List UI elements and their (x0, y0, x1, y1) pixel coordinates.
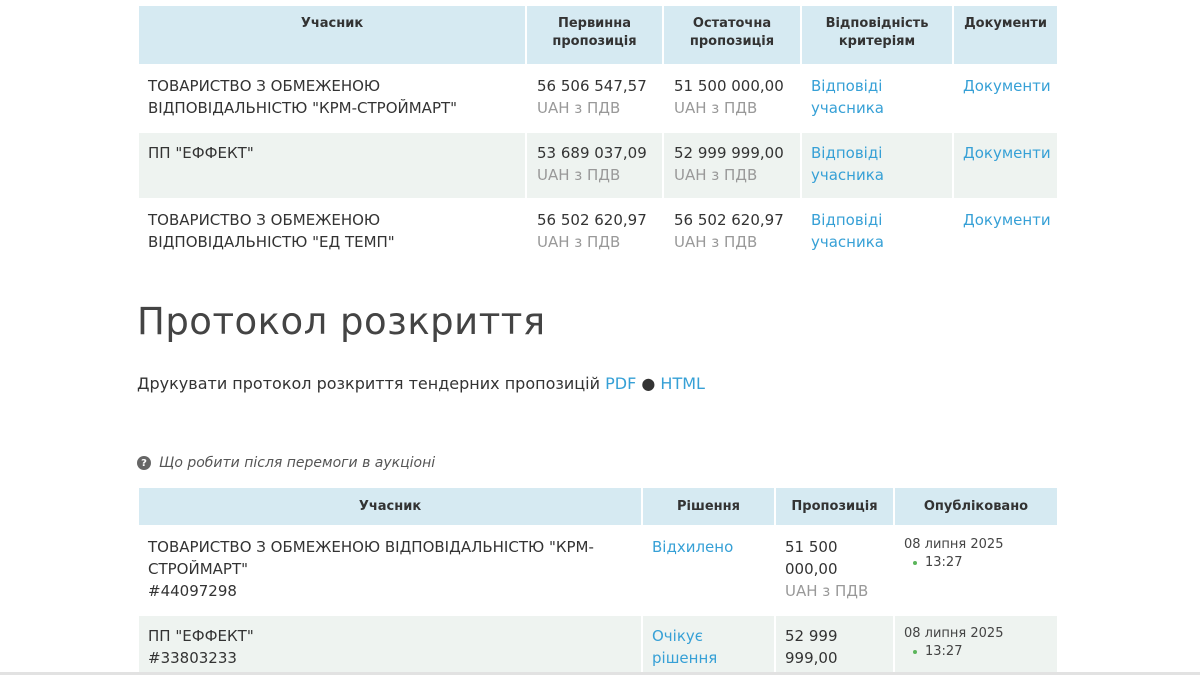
table-row: ТОВАРИСТВО З ОБМЕЖЕНОЮ ВІДПОВІДАЛЬНІСТЮ … (139, 200, 1057, 265)
published-date: 08 липня 2025 (904, 537, 1004, 552)
header-documents: Документи (954, 6, 1057, 64)
documents-link[interactable]: Документи (963, 144, 1051, 162)
criteria-answers-link[interactable]: Відповіді учасника (811, 144, 884, 184)
initial-offer-value: 56 502 620,97 (537, 211, 647, 229)
decision-link[interactable]: Відхилено (652, 538, 733, 556)
published-cell: 08 липня 2025 13:27 (895, 527, 1057, 614)
documents-link[interactable]: Документи (963, 77, 1051, 95)
final-offer-value: 52 999 999,00 (674, 144, 784, 162)
final-offer-unit: UAH з ПДВ (674, 233, 758, 251)
bullet-dot-icon (913, 650, 917, 654)
protocol-pdf-link[interactable]: PDF (605, 374, 636, 393)
bids-table: Учасник Первинна пропозиція Остаточна пр… (137, 4, 1059, 267)
participant-code: #44097298 (148, 582, 237, 600)
published-time-row: 13:27 (904, 554, 1048, 572)
final-offer-cell: 56 502 620,97 UAH з ПДВ (664, 200, 800, 265)
published-cell: 08 липня 2025 13:27 (895, 616, 1057, 675)
published-time: 13:27 (925, 555, 963, 570)
documents-link[interactable]: Документи (963, 211, 1051, 229)
offer-unit: UAH з ПДВ (785, 582, 869, 600)
offer-value: 51 500 000,00 (785, 538, 838, 578)
initial-offer-cell: 56 506 547,57 UAH з ПДВ (527, 66, 662, 131)
header-participant: Учасник (139, 488, 641, 525)
bullet-separator: ● (641, 374, 656, 393)
documents-cell: Документи (954, 133, 1057, 198)
initial-offer-unit: UAH з ПДВ (537, 166, 621, 184)
criteria-cell: Відповіді учасника (802, 133, 952, 198)
header-final-offer: Остаточна пропозиція (664, 6, 800, 64)
decisions-table: Учасник Рішення Пропозиція Опубліковано … (137, 486, 1059, 675)
documents-cell: Документи (954, 200, 1057, 265)
print-protocol-text: Друкувати протокол розкриття тендерних п… (137, 374, 600, 393)
final-offer-cell: 52 999 999,00 UAH з ПДВ (664, 133, 800, 198)
final-offer-unit: UAH з ПДВ (674, 99, 758, 117)
table-row: ПП "ЕФФЕКТ" 53 689 037,09 UAH з ПДВ 52 9… (139, 133, 1057, 198)
published-time: 13:27 (925, 644, 963, 659)
help-text[interactable]: Що робити після перемоги в аукціоні (159, 455, 435, 471)
participant-code: #33803233 (148, 649, 237, 667)
header-published: Опубліковано (895, 488, 1057, 525)
final-offer-value: 51 500 000,00 (674, 77, 784, 95)
initial-offer-value: 53 689 037,09 (537, 144, 647, 162)
print-protocol-line: Друкувати протокол розкриття тендерних п… (137, 374, 705, 393)
published-date: 08 липня 2025 (904, 626, 1004, 641)
decision-cell: Відхилено (643, 527, 774, 614)
protocol-html-link[interactable]: HTML (660, 374, 705, 393)
final-offer-value: 56 502 620,97 (674, 211, 784, 229)
offer-cell: 52 999 999,00 (776, 616, 893, 675)
criteria-cell: Відповіді учасника (802, 66, 952, 131)
header-initial-offer: Первинна пропозиція (527, 6, 662, 64)
header-decision: Рішення (643, 488, 774, 525)
final-offer-unit: UAH з ПДВ (674, 166, 758, 184)
initial-offer-unit: UAH з ПДВ (537, 233, 621, 251)
table-row: ТОВАРИСТВО З ОБМЕЖЕНОЮ ВІДПОВІДАЛЬНІСТЮ … (139, 527, 1057, 614)
header-participant: Учасник (139, 6, 525, 64)
participant-cell: ТОВАРИСТВО З ОБМЕЖЕНОЮ ВІДПОВІДАЛЬНІСТЮ … (139, 527, 641, 614)
decision-cell: Очікує рішення (643, 616, 774, 675)
final-offer-cell: 51 500 000,00 UAH з ПДВ (664, 66, 800, 131)
table-row: ТОВАРИСТВО З ОБМЕЖЕНОЮ ВІДПОВІДАЛЬНІСТЮ … (139, 66, 1057, 131)
participant-name: ТОВАРИСТВО З ОБМЕЖЕНОЮ ВІДПОВІДАЛЬНІСТЮ … (148, 211, 395, 251)
participant-name: ПП "ЕФФЕКТ" (139, 133, 525, 198)
participant-name: ТОВАРИСТВО З ОБМЕЖЕНОЮ ВІДПОВІДАЛЬНІСТЮ … (148, 538, 594, 578)
participant-name: ПП "ЕФФЕКТ" (148, 627, 254, 645)
participant-cell: ПП "ЕФФЕКТ" #33803233 (139, 616, 641, 675)
offer-value: 52 999 999,00 (785, 627, 838, 667)
decision-link[interactable]: Очікує рішення (652, 627, 717, 667)
bullet-dot-icon (913, 561, 917, 565)
criteria-answers-link[interactable]: Відповіді учасника (811, 77, 884, 117)
initial-offer-cell: 53 689 037,09 UAH з ПДВ (527, 133, 662, 198)
protocol-title: Протокол розкриття (137, 300, 546, 343)
offer-cell: 51 500 000,00 UAH з ПДВ (776, 527, 893, 614)
table-row: ПП "ЕФФЕКТ" #33803233 Очікує рішення 52 … (139, 616, 1057, 675)
header-criteria: Відповідність критеріям (802, 6, 952, 64)
participant-name: ТОВАРИСТВО З ОБМЕЖЕНОЮ ВІДПОВІДАЛЬНІСТЮ … (148, 77, 458, 117)
criteria-cell: Відповіді учасника (802, 200, 952, 265)
criteria-answers-link[interactable]: Відповіді учасника (811, 211, 884, 251)
initial-offer-cell: 56 502 620,97 UAH з ПДВ (527, 200, 662, 265)
header-offer: Пропозиція (776, 488, 893, 525)
after-win-help-link[interactable]: ? Що робити після перемоги в аукціоні (137, 455, 435, 471)
documents-cell: Документи (954, 66, 1057, 131)
question-circle-icon: ? (137, 456, 151, 470)
published-time-row: 13:27 (904, 643, 1048, 661)
initial-offer-value: 56 506 547,57 (537, 77, 647, 95)
initial-offer-unit: UAH з ПДВ (537, 99, 621, 117)
